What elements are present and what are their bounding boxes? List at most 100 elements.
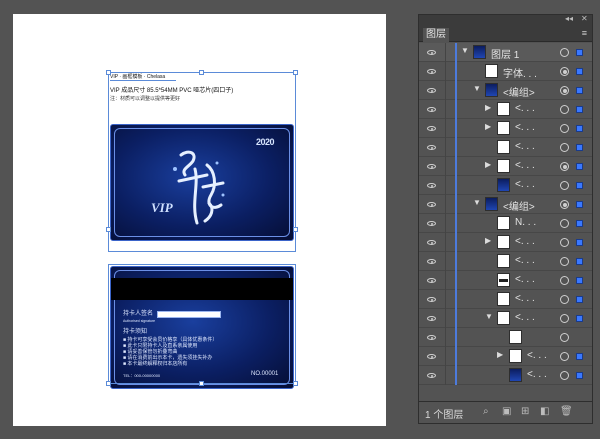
layer-name[interactable]: <. . .: [515, 274, 535, 285]
lock-column[interactable]: [445, 100, 446, 119]
selection-indicator[interactable]: [576, 372, 583, 379]
layer-name[interactable]: 图层 1: [491, 46, 519, 61]
visibility-eye-icon[interactable]: [427, 259, 436, 264]
layer-row[interactable]: <. . .: [419, 271, 592, 290]
new-sublayer-icon[interactable]: ⊞: [521, 406, 529, 417]
close-panel-icon[interactable]: ✕: [581, 14, 588, 23]
layer-name[interactable]: 字体. . .: [503, 65, 537, 80]
layer-name[interactable]: <. . .: [527, 369, 547, 380]
resize-handle[interactable]: [293, 227, 298, 232]
selection-indicator[interactable]: [576, 106, 583, 113]
lock-column[interactable]: [445, 176, 446, 195]
lock-column[interactable]: [445, 214, 446, 233]
target-circle-icon[interactable]: [560, 143, 569, 152]
expand-down-icon[interactable]: ▼: [461, 46, 469, 55]
lock-column[interactable]: [445, 366, 446, 385]
panel-menu-icon[interactable]: ≡: [582, 28, 587, 38]
visibility-eye-icon[interactable]: [427, 354, 436, 359]
expand-right-icon[interactable]: ▶: [485, 103, 491, 112]
target-circle-icon[interactable]: [560, 276, 569, 285]
layer-row[interactable]: 字体. . .: [419, 62, 592, 81]
target-circle-icon[interactable]: [560, 162, 569, 171]
selection-indicator[interactable]: [576, 315, 583, 322]
resize-handle[interactable]: [293, 70, 298, 75]
target-circle-icon[interactable]: [560, 314, 569, 323]
resize-handle[interactable]: [293, 381, 298, 386]
selection-indicator[interactable]: [576, 353, 583, 360]
layer-row[interactable]: N. . .: [419, 214, 592, 233]
selection-indicator[interactable]: [576, 68, 583, 75]
selection-indicator[interactable]: [576, 163, 583, 170]
resize-handle[interactable]: [106, 227, 111, 232]
expand-right-icon[interactable]: ▶: [485, 160, 491, 169]
selection-indicator[interactable]: [576, 220, 583, 227]
layer-name[interactable]: <. . .: [515, 141, 535, 152]
layer-name[interactable]: <. . .: [515, 293, 535, 304]
resize-handle[interactable]: [199, 381, 204, 386]
target-circle-icon[interactable]: [560, 257, 569, 266]
layer-row[interactable]: ▶ <. . .: [419, 233, 592, 252]
visibility-eye-icon[interactable]: [427, 88, 436, 93]
locate-object-icon[interactable]: ⌕: [483, 406, 489, 417]
target-circle-icon[interactable]: [560, 333, 569, 342]
visibility-eye-icon[interactable]: [427, 202, 436, 207]
expand-down-icon[interactable]: ▼: [485, 312, 493, 321]
layer-row[interactable]: ▼ <. . .: [419, 309, 592, 328]
target-circle-icon[interactable]: [560, 352, 569, 361]
lock-column[interactable]: [445, 309, 446, 328]
layer-name[interactable]: <. . .: [515, 160, 535, 171]
layer-row[interactable]: <. . .: [419, 290, 592, 309]
resize-handle[interactable]: [106, 381, 111, 386]
layer-name[interactable]: <. . .: [515, 122, 535, 133]
artboard[interactable]: VIP · 画框模板 · Chelasa VIP 成品尺寸 85.5*54MM …: [13, 14, 386, 426]
new-layer-icon[interactable]: ◧: [540, 406, 549, 417]
layer-row[interactable]: <. . .: [419, 176, 592, 195]
lock-column[interactable]: [445, 119, 446, 138]
visibility-eye-icon[interactable]: [427, 107, 436, 112]
selection-indicator[interactable]: [576, 258, 583, 265]
selection-indicator[interactable]: [576, 277, 583, 284]
lock-column[interactable]: [445, 233, 446, 252]
lock-column[interactable]: [445, 62, 446, 81]
make-clipping-mask-icon[interactable]: ▣: [502, 406, 511, 417]
lock-column[interactable]: [445, 81, 446, 100]
layer-name[interactable]: <编组>: [503, 198, 535, 213]
layer-row[interactable]: ▶ <. . .: [419, 119, 592, 138]
target-circle-icon[interactable]: [560, 371, 569, 380]
target-circle-icon[interactable]: [560, 124, 569, 133]
lock-column[interactable]: [445, 347, 446, 366]
target-circle-icon[interactable]: [560, 67, 569, 76]
lock-column[interactable]: [445, 290, 446, 309]
lock-column[interactable]: [445, 157, 446, 176]
selection-indicator[interactable]: [576, 296, 583, 303]
selection-bounds-front[interactable]: [108, 72, 296, 252]
layer-name[interactable]: <. . .: [515, 312, 535, 323]
layer-row[interactable]: ▼ 图层 1: [419, 43, 592, 62]
layer-name[interactable]: <. . .: [515, 255, 535, 266]
expand-right-icon[interactable]: ▶: [485, 122, 491, 131]
selection-indicator[interactable]: [576, 182, 583, 189]
visibility-eye-icon[interactable]: [427, 335, 436, 340]
layer-row[interactable]: ▼ <编组>: [419, 81, 592, 100]
layer-name[interactable]: <. . .: [515, 179, 535, 190]
visibility-eye-icon[interactable]: [427, 373, 436, 378]
expand-down-icon[interactable]: ▼: [473, 84, 481, 93]
delete-layer-icon[interactable]: 🗑: [560, 406, 573, 417]
layer-name[interactable]: N. . .: [515, 217, 536, 228]
selection-indicator[interactable]: [576, 87, 583, 94]
target-circle-icon[interactable]: [560, 105, 569, 114]
expand-right-icon[interactable]: ▶: [497, 350, 503, 359]
target-circle-icon[interactable]: [560, 219, 569, 228]
layer-name[interactable]: <编组>: [503, 84, 535, 99]
visibility-eye-icon[interactable]: [427, 278, 436, 283]
layer-row[interactable]: ▶ <. . .: [419, 347, 592, 366]
expand-down-icon[interactable]: ▼: [473, 198, 481, 207]
selection-indicator[interactable]: [576, 125, 583, 132]
resize-handle[interactable]: [199, 70, 204, 75]
layer-name[interactable]: <. . .: [515, 103, 535, 114]
visibility-eye-icon[interactable]: [427, 240, 436, 245]
layer-row[interactable]: ▼ <编组>: [419, 195, 592, 214]
lock-column[interactable]: [445, 138, 446, 157]
layer-row[interactable]: ▶ <. . .: [419, 157, 592, 176]
visibility-eye-icon[interactable]: [427, 221, 436, 226]
